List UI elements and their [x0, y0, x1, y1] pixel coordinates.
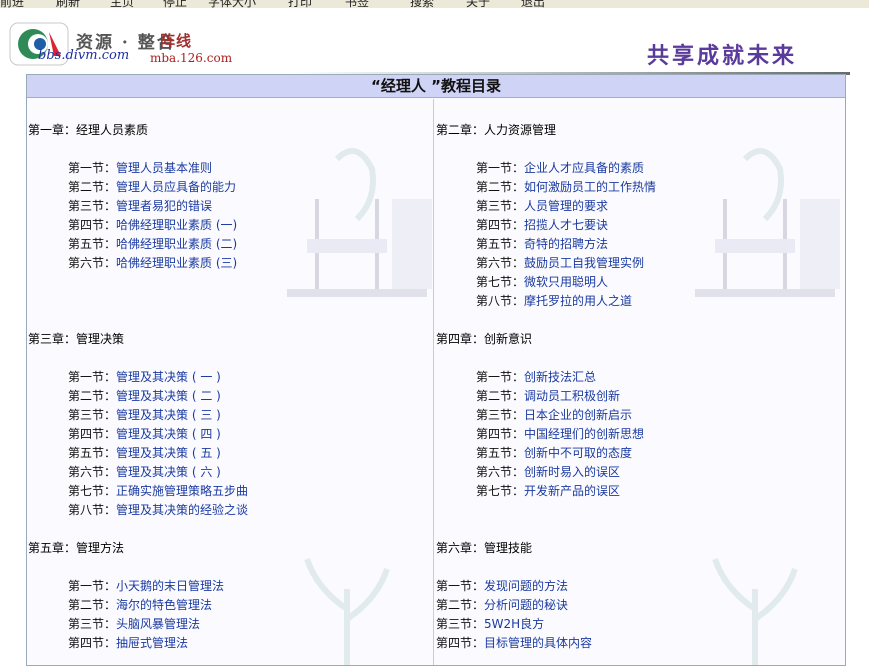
chapter-4-section-7[interactable]: 第七节：开发新产品的误区 — [476, 482, 620, 499]
chapter-6-section-1[interactable]: 第一节：发现问题的方法 — [436, 577, 568, 594]
catalog-left-column: 第一章：经理人员素质 第一节：管理人员基本准则 第二节：管理人员应具备的能力 第… — [27, 99, 434, 665]
brand-tagline: 阵线 — [160, 32, 193, 50]
site-url-secondary[interactable]: mba.126.com — [150, 51, 232, 65]
catalog-right-column: 第二章：人力资源管理 第一节：企业人才应具备的素质 第二节：如何激励员工的工作热… — [435, 99, 841, 665]
page-title: “经理人 ”教程目录 — [27, 75, 845, 98]
chapter-3-section-2[interactable]: 第二节：管理及其决策 ( 二 ) — [68, 387, 221, 404]
office-chair-decoration-icon — [287, 148, 432, 297]
chapter-4-section-4[interactable]: 第四节：中国经理们的创新思想 — [476, 425, 644, 442]
chapter-1-section-6[interactable]: 第六节：哈佛经理职业素质 (三) — [68, 254, 237, 271]
header-slogan: 共享成就未来 — [646, 43, 797, 69]
chapter-1-section-2[interactable]: 第二节：管理人员应具备的能力 — [68, 178, 236, 195]
chapter-2-section-6[interactable]: 第六节：鼓励员工自我管理实例 — [476, 254, 644, 271]
chapter-1-section-5[interactable]: 第五节：哈佛经理职业素质 (二) — [68, 235, 237, 252]
chapter-2-title: 第二章：人力资源管理 — [436, 123, 557, 137]
chapter-1-section-1[interactable]: 第一节：管理人员基本准则 — [68, 159, 212, 176]
chapter-5-title: 第五章：管理方法 — [28, 541, 125, 555]
chapter-2-section-8[interactable]: 第八节：摩托罗拉的用人之道 — [476, 292, 632, 309]
chapter-6-section-2[interactable]: 第二节：分析问题的秘诀 — [436, 596, 568, 613]
chapter-1-section-3[interactable]: 第三节：管理者易犯的错误 — [68, 197, 212, 214]
chapter-2-section-1[interactable]: 第一节：企业人才应具备的素质 — [476, 159, 644, 176]
chapter-1-section-4[interactable]: 第四节：哈佛经理职业素质 (一) — [68, 216, 237, 233]
chapter-5-section-3[interactable]: 第三节：头脑风暴管理法 — [68, 615, 200, 632]
chapter-4-section-5[interactable]: 第五节：创新中不可取的态度 — [476, 444, 632, 461]
plant-decoration-icon — [304, 557, 390, 665]
chapter-2-section-7[interactable]: 第七节：微软只用聪明人 — [476, 273, 608, 290]
chapter-1-title: 第一章：经理人员素质 — [28, 123, 149, 137]
chapter-5-section-4[interactable]: 第四节：抽屉式管理法 — [68, 634, 188, 651]
chapter-3-section-6[interactable]: 第六节：管理及其决策 ( 六 ) — [68, 463, 221, 480]
office-chair-decoration-icon — [695, 148, 840, 297]
chapter-2-section-5[interactable]: 第五节：奇特的招聘方法 — [476, 235, 608, 252]
chapter-6-section-4[interactable]: 第四节：目标管理的具体内容 — [436, 634, 592, 651]
chapter-2-section-3[interactable]: 第三节：人员管理的要求 — [476, 197, 608, 214]
chapter-3-section-8[interactable]: 第八节：管理及其决策的经验之谈 — [68, 501, 248, 518]
chapter-4-section-1[interactable]: 第一节：创新技法汇总 — [476, 368, 596, 385]
chapter-3-section-5[interactable]: 第五节：管理及其决策 ( 五 ) — [68, 444, 221, 461]
chapter-3-title: 第三章：管理决策 — [28, 332, 125, 346]
chapter-6-title: 第六章：管理技能 — [436, 541, 533, 555]
chapter-3-section-7[interactable]: 第七节：正确实施管理策略五步曲 — [68, 482, 248, 499]
chapter-4-title: 第四章：创新意识 — [436, 332, 533, 346]
chapter-3-section-3[interactable]: 第三节：管理及其决策 ( 三 ) — [68, 406, 221, 423]
site-header: 资源 · 整合 阵线 bbs.divm.com mba.126.com 共享成就… — [0, 8, 869, 75]
chapter-5-section-2[interactable]: 第二节：海尔的特色管理法 — [68, 596, 212, 613]
chapter-3-section-4[interactable]: 第四节：管理及其决策 ( 四 ) — [68, 425, 221, 442]
site-url-link[interactable]: bbs.divm.com — [38, 48, 129, 63]
chapter-5-section-1[interactable]: 第一节：小天鹅的末日管理法 — [68, 577, 224, 594]
chapter-4-section-6[interactable]: 第六节：创新时易入的误区 — [476, 463, 620, 480]
chapter-2-section-2[interactable]: 第二节：如何激励员工的工作热情 — [476, 178, 656, 195]
plant-decoration-icon — [712, 557, 798, 665]
chapter-4-section-3[interactable]: 第三节：日本企业的创新启示 — [476, 406, 632, 423]
chapter-3-section-1[interactable]: 第一节：管理及其决策 ( 一 ) — [68, 368, 221, 385]
chapter-4-section-2[interactable]: 第二节：调动员工积极创新 — [476, 387, 620, 404]
chapter-6-section-3[interactable]: 第三节：5W2H良方 — [436, 615, 544, 632]
course-catalog: “经理人 ”教程目录 第一章：经理人员素质 第一节：管理人员基本准则 第二节：管… — [26, 74, 846, 666]
chapter-2-section-4[interactable]: 第四节：招揽人才七要诀 — [476, 216, 608, 233]
